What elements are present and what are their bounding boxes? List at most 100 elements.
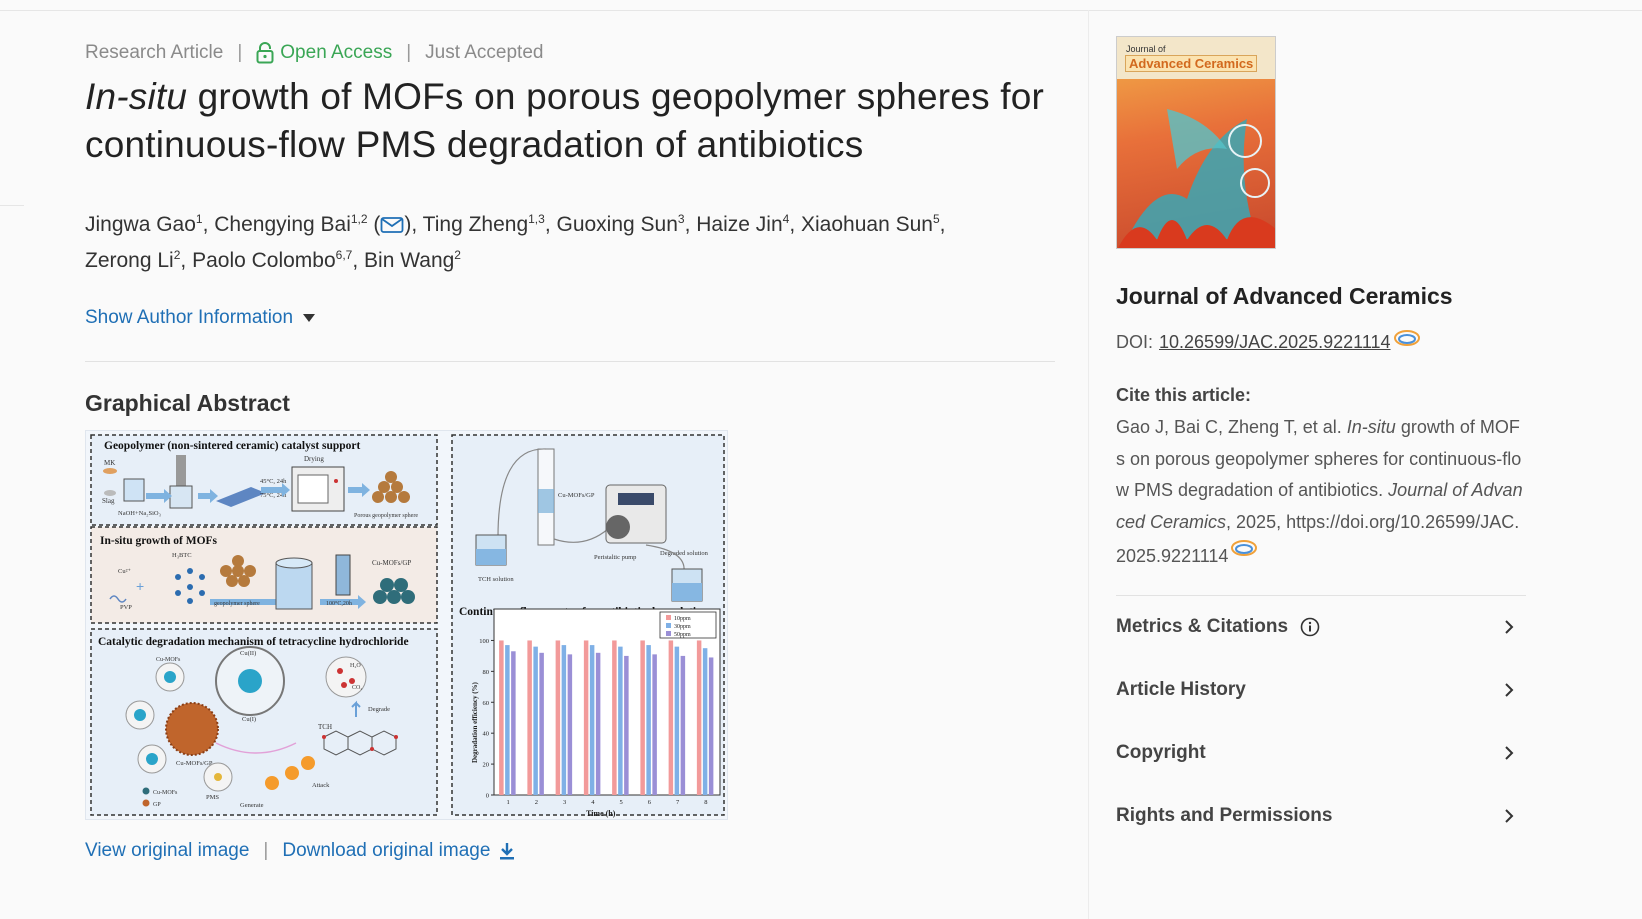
svg-text:Drying: Drying <box>304 455 324 463</box>
title-rest: growth of MOFs on porous geopolymer sphe… <box>85 76 1045 165</box>
meta-separator: | <box>406 42 412 63</box>
svg-text:NaOH+Na₂SiO₃: NaOH+Na₂SiO₃ <box>118 510 161 517</box>
cover-artwork <box>1118 109 1275 248</box>
doi-label: DOI: <box>1116 332 1154 352</box>
svg-text:TCH: TCH <box>318 723 332 731</box>
bar <box>702 648 708 795</box>
degradation-chart: Degradation efficiency (%) Time (h) 0 20 4… <box>471 608 721 818</box>
author-affiliation: 1,2 <box>350 212 368 226</box>
svg-text:Cu²⁺: Cu²⁺ <box>118 568 132 575</box>
y-tick-label: 60 <box>483 700 490 707</box>
bar <box>646 645 651 795</box>
accordion-copyright[interactable]: Copyright <box>1116 722 1526 785</box>
svg-text:geopolymer sphere: geopolymer sphere <box>214 601 260 607</box>
svg-text:MK: MK <box>104 459 115 467</box>
author-affiliation: 6,7 <box>335 248 353 262</box>
accordion-label: Rights and Permissions <box>1116 805 1333 826</box>
sidebar-divider <box>1088 10 1089 919</box>
legend-swatch <box>666 631 671 636</box>
article-type: Research Article <box>85 42 224 63</box>
section-divider <box>85 361 1055 362</box>
accordion-label: Copyright <box>1116 742 1206 763</box>
download-original-image-link[interactable]: Download original image <box>282 840 516 862</box>
x-tick-label: 8 <box>704 799 707 806</box>
author-name[interactable]: Zerong Li <box>85 249 174 272</box>
article-status: Just Accepted <box>425 42 544 63</box>
x-tick-label: 1 <box>507 799 510 806</box>
bar <box>533 646 538 795</box>
svg-text:GP: GP <box>153 802 161 808</box>
svg-text:Porous geopolymer sphere: Porous geopolymer sphere <box>354 513 418 519</box>
bar <box>505 645 510 795</box>
chevron-right-icon <box>1505 683 1514 697</box>
chart-xlabel: Time (h) <box>586 809 616 818</box>
y-tick-label: 80 <box>483 669 490 676</box>
accordion-label: Metrics & Citations <box>1116 616 1289 637</box>
bar <box>561 645 567 795</box>
chevron-right-icon <box>1505 620 1514 634</box>
svg-text:Cu-MOFs: Cu-MOFs <box>153 790 178 796</box>
top-divider <box>0 10 1642 11</box>
author-name[interactable]: Xiaohuan Sun <box>801 213 933 236</box>
svg-text:In-situ growth of MOFs: In-situ growth of MOFs <box>100 535 218 547</box>
chevron-right-icon <box>1505 746 1514 760</box>
svg-text:45°C, 24h: 45°C, 24h <box>260 478 287 485</box>
y-tick-label: 0 <box>486 793 489 800</box>
lock-open-icon <box>256 42 274 64</box>
svg-text:Attack: Attack <box>312 782 330 789</box>
bar <box>499 640 504 795</box>
bar <box>652 654 657 795</box>
bar <box>668 640 674 795</box>
article-title: In-situ growth of MOFs on porous geopoly… <box>85 73 1060 169</box>
bar <box>527 640 532 795</box>
svg-text:Cu-MOFs/GP: Cu-MOFs/GP <box>372 559 411 567</box>
author-name[interactable]: Guoxing Sun <box>556 213 677 236</box>
graphical-abstract-figure: Geopolymer (non-sintered ceramic) cataly… <box>90 434 725 818</box>
author-name[interactable]: Bin Wang <box>364 249 454 272</box>
citation-text: Gao J, Bai C, Zheng T, et al. In-situ gr… <box>1116 417 1523 566</box>
svg-text:Cu-MOFs: Cu-MOFs <box>156 657 181 663</box>
graphical-abstract-image[interactable]: Geopolymer (non-sintered ceramic) cataly… <box>85 430 728 820</box>
svg-text:Cu-MOFs/GP: Cu-MOFs/GP <box>558 492 595 499</box>
bar <box>511 651 516 795</box>
legend-label: 50ppm <box>674 632 691 638</box>
info-icon[interactable] <box>1300 617 1320 637</box>
author-affiliation: 1 <box>195 212 203 226</box>
y-tick-label: 20 <box>483 762 490 769</box>
show-author-info-toggle[interactable]: Show Author Information <box>85 307 1060 329</box>
author-name[interactable]: Jingwa Gao <box>85 213 196 236</box>
bar <box>539 652 544 795</box>
bar <box>583 640 589 795</box>
author-name[interactable]: Ting Zheng <box>423 213 528 236</box>
left-edge-mark <box>0 205 24 206</box>
svg-text:Generate: Generate <box>240 802 264 809</box>
download-label: Download original image <box>282 840 491 861</box>
author-name[interactable]: Haize Jin <box>696 213 782 236</box>
accordion-metrics-citations[interactable]: Metrics & Citations <box>1116 596 1526 659</box>
bar <box>640 640 645 795</box>
links-separator: | <box>263 840 269 861</box>
open-access-label: Open Access <box>280 42 393 63</box>
accordion-article-history[interactable]: Article History <box>1116 659 1526 722</box>
svg-text:Slag: Slag <box>102 497 115 505</box>
author-affiliation: 2 <box>173 248 181 262</box>
caret-down-icon <box>303 314 316 322</box>
doi-link[interactable]: 10.26599/JAC.2025.9221114 <box>1159 332 1391 353</box>
view-original-image-link[interactable]: View original image <box>85 840 249 862</box>
x-tick-label: 3 <box>563 799 566 806</box>
email-icon[interactable] <box>380 216 404 234</box>
bar <box>680 655 686 795</box>
author-name[interactable]: Paolo Colombo <box>192 249 336 272</box>
bar <box>708 657 714 795</box>
crossref-icon[interactable] <box>1393 328 1421 348</box>
crossref-icon[interactable] <box>1230 538 1258 558</box>
author-name[interactable]: Chengying Bai <box>214 213 351 236</box>
accordion-rights-permissions[interactable]: Rights and Permissions <box>1116 785 1526 848</box>
legend-label: 10ppm <box>674 616 691 622</box>
svg-text:PVP: PVP <box>120 604 132 611</box>
bar <box>624 655 629 795</box>
journal-cover-image[interactable]: Journal of Advanced Ceramics <box>1116 36 1276 249</box>
open-access-badge: Open Access <box>256 42 392 64</box>
bar <box>595 652 601 795</box>
journal-name: Journal of Advanced Ceramics <box>1116 283 1453 309</box>
